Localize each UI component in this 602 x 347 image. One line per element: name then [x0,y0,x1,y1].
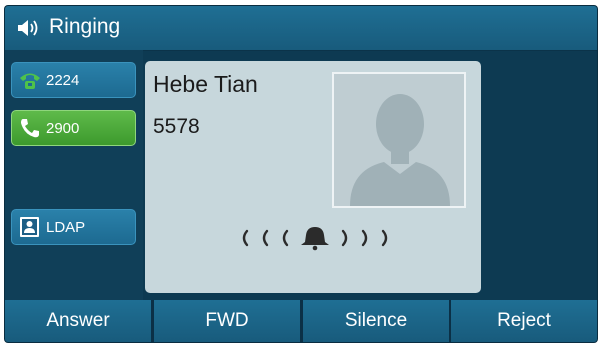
directory-contact-icon [20,217,39,237]
line-key-label: 2224 [46,71,80,89]
caller-name: Hebe Tian [153,71,258,97]
line-key-label: 2900 [46,119,80,137]
status-bar: Ringing [5,6,597,51]
softkey-bar: Answer FWD Silence Reject [5,300,597,342]
phone-screen: Ringing 2224 2900 LDAP Hebe Tian 5578 An… [5,6,597,342]
line-key-label: LDAP [46,218,86,236]
speaker-icon [18,20,38,36]
line-key-panel: 2224 2900 LDAP [5,50,143,300]
reject-button[interactable]: Reject [451,300,597,342]
line-key-2900[interactable]: 2900 [11,110,136,146]
default-avatar-icon [350,94,450,206]
bell-ringing-icon [242,227,388,251]
caller-info-card: Hebe Tian 5578 [145,61,481,293]
line-key-ldap[interactable]: LDAP [11,209,136,245]
phone-ringing-icon [21,119,39,138]
caller-number: 5578 [153,115,200,138]
call-status-title: Ringing [49,15,121,38]
silence-button[interactable]: Silence [303,300,449,342]
forward-button[interactable]: FWD [154,300,300,342]
phone-handset-icon [20,73,40,89]
caller-avatar [332,72,466,208]
answer-button[interactable]: Answer [5,300,151,342]
line-key-2224[interactable]: 2224 [11,62,136,98]
